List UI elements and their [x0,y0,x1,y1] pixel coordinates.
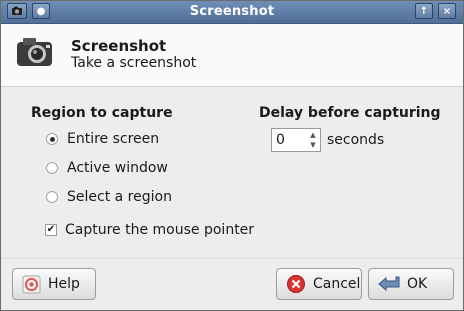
help-button-label: Help [48,276,80,292]
ok-icon [378,276,400,292]
ok-button[interactable]: OK [368,268,454,300]
maximize-button[interactable]: ↑ [415,3,433,19]
select-region-label: Select a region [67,189,172,205]
camera-icon [17,38,52,66]
cancel-button[interactable]: Cancel [276,268,362,300]
delay-spinbutton[interactable]: 0 ▲ ▼ [271,128,321,152]
cancel-button-label: Cancel [313,276,361,292]
delay-unit-label: seconds [327,132,385,148]
header-title: Screenshot [71,37,167,55]
button-separator [1,258,463,259]
help-icon [22,275,41,293]
selected-radio-indicator [46,133,58,145]
decrement-arrow[interactable]: ▼ [308,140,318,150]
ok-button-label: OK [407,276,428,292]
delay-before-capturing-label: Delay before capturing [259,105,441,121]
window-title: Screenshot [189,4,275,19]
header-subtitle: Take a screenshot [71,55,197,71]
capture-mouse-pointer-label: Capture the mouse pointer [65,222,255,238]
active-window-label: Active window [67,160,168,176]
cancel-icon [287,275,305,293]
region-to-capture-label: Region to capture [31,105,173,121]
checked-checkbox-indicator: ✔ [45,224,57,236]
close-button[interactable]: × [438,3,456,19]
radio-indicator [46,191,58,203]
title-bar[interactable]: ● Screenshot ↑ × [1,1,463,24]
close-icon: × [442,5,452,17]
entire-screen-label: Entire screen [67,131,160,147]
increment-arrow[interactable]: ▲ [308,130,318,140]
active-window-radio[interactable]: Active window [46,160,168,176]
delay-value: 0 [276,132,285,148]
screenshot-dialog: ● Screenshot ↑ × Screenshot Take a scree… [0,0,464,311]
help-button[interactable]: Help [12,268,96,300]
maximize-icon: ↑ [419,5,429,17]
radio-indicator [46,162,58,174]
capture-mouse-pointer-checkbox[interactable]: ✔ Capture the mouse pointer [45,222,254,238]
entire-screen-radio[interactable]: Entire screen [46,131,159,147]
dialog-header: Screenshot Take a screenshot [1,24,463,87]
select-region-radio[interactable]: Select a region [46,189,172,205]
